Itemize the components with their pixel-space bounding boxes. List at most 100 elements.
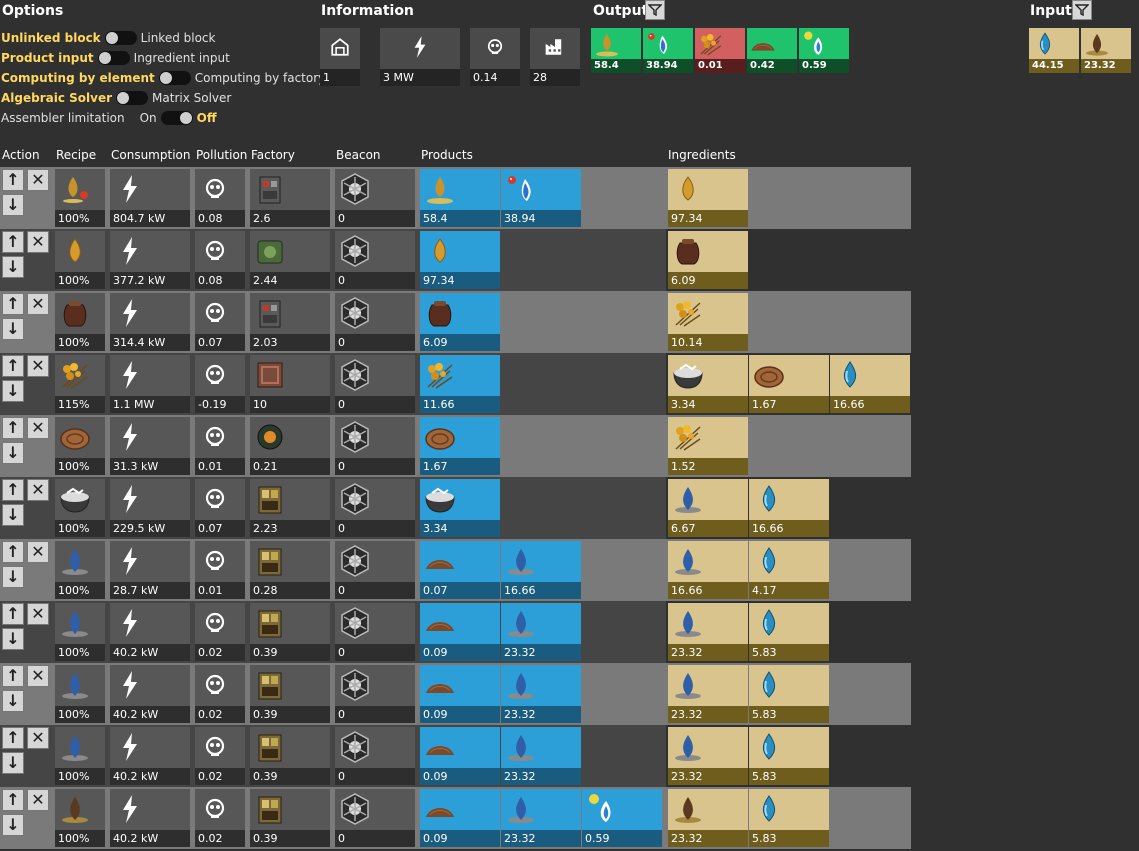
factory-cell[interactable]: 2.44 [250, 231, 330, 289]
consumption-cell[interactable]: 40.2 kW [110, 789, 190, 847]
ingredient-cell[interactable]: 4.17 [749, 541, 829, 599]
move-up-button[interactable]: ↑ [2, 665, 24, 687]
move-up-button[interactable]: ↑ [2, 727, 24, 749]
product-cell[interactable]: 23.32 [501, 665, 581, 723]
input-item[interactable]: 23.32 [1081, 28, 1131, 73]
move-down-button[interactable]: ↓ [2, 628, 24, 650]
beacon-cell[interactable]: 0 [335, 789, 415, 847]
option-toggle[interactable] [97, 51, 130, 65]
product-cell[interactable]: 6.09 [420, 293, 500, 351]
pollution-cell[interactable]: 0.02 [195, 603, 245, 661]
factory-cell[interactable]: 10 [250, 355, 330, 413]
recipe-cell[interactable]: 100% [55, 479, 105, 537]
pollution-cell[interactable]: 0.08 [195, 231, 245, 289]
recipe-cell[interactable]: 100% [55, 169, 105, 227]
consumption-cell[interactable]: 314.4 kW [110, 293, 190, 351]
ingredient-cell[interactable]: 5.83 [749, 727, 829, 785]
move-down-button[interactable]: ↓ [2, 690, 24, 712]
product-cell[interactable]: 0.09 [420, 603, 500, 661]
consumption-cell[interactable]: 31.3 kW [110, 417, 190, 475]
pollution-cell[interactable]: 0.01 [195, 417, 245, 475]
product-cell[interactable]: 23.32 [501, 603, 581, 661]
consumption-cell[interactable]: 229.5 kW [110, 479, 190, 537]
factory-cell[interactable]: 0.39 [250, 603, 330, 661]
recipe-cell[interactable]: 100% [55, 665, 105, 723]
ingredient-cell[interactable]: 3.34 [668, 355, 748, 413]
product-cell[interactable]: 0.59 [582, 789, 662, 847]
beacon-cell[interactable]: 0 [335, 355, 415, 413]
ingredient-cell[interactable]: 6.09 [668, 231, 748, 289]
beacon-cell[interactable]: 0 [335, 417, 415, 475]
move-down-button[interactable]: ↓ [2, 504, 24, 526]
ingredient-cell[interactable]: 16.66 [668, 541, 748, 599]
delete-button[interactable]: ✕ [27, 293, 49, 315]
move-up-button[interactable]: ↑ [2, 417, 24, 439]
option-left-label[interactable]: Computing by element [1, 71, 155, 85]
move-up-button[interactable]: ↑ [2, 293, 24, 315]
option-left-label[interactable]: Unlinked block [1, 31, 101, 45]
delete-button[interactable]: ✕ [27, 479, 49, 501]
input-item[interactable]: 44.15 [1029, 28, 1079, 73]
move-down-button[interactable]: ↓ [2, 814, 24, 836]
pollution-cell[interactable]: 0.01 [195, 541, 245, 599]
output-item[interactable]: 58.4 [591, 28, 641, 73]
product-cell[interactable]: 0.09 [420, 665, 500, 723]
delete-button[interactable]: ✕ [27, 541, 49, 563]
delete-button[interactable]: ✕ [27, 417, 49, 439]
consumption-cell[interactable]: 28.7 kW [110, 541, 190, 599]
recipe-cell[interactable]: 100% [55, 293, 105, 351]
delete-button[interactable]: ✕ [27, 355, 49, 377]
product-cell[interactable]: 58.4 [420, 169, 500, 227]
option-toggle[interactable] [158, 71, 191, 85]
move-down-button[interactable]: ↓ [2, 194, 24, 216]
move-down-button[interactable]: ↓ [2, 318, 24, 340]
option-left-label[interactable]: Product input [1, 51, 94, 65]
ingredient-cell[interactable]: 23.32 [668, 789, 748, 847]
pollution-cell[interactable]: 0.07 [195, 479, 245, 537]
ingredient-cell[interactable]: 16.66 [830, 355, 910, 413]
assembler-off-label[interactable]: Off [197, 111, 217, 125]
consumption-cell[interactable]: 40.2 kW [110, 603, 190, 661]
beacon-cell[interactable]: 0 [335, 231, 415, 289]
recipe-cell[interactable]: 100% [55, 727, 105, 785]
pollution-cell[interactable]: 0.02 [195, 727, 245, 785]
move-down-button[interactable]: ↓ [2, 380, 24, 402]
pollution-cell[interactable]: 0.07 [195, 293, 245, 351]
product-cell[interactable]: 11.66 [420, 355, 500, 413]
ingredient-cell[interactable]: 5.83 [749, 789, 829, 847]
delete-button[interactable]: ✕ [27, 231, 49, 253]
ingredient-cell[interactable]: 97.34 [668, 169, 748, 227]
consumption-cell[interactable]: 377.2 kW [110, 231, 190, 289]
ingredient-cell[interactable]: 16.66 [749, 479, 829, 537]
consumption-cell[interactable]: 1.1 MW [110, 355, 190, 413]
consumption-cell[interactable]: 804.7 kW [110, 169, 190, 227]
factory-cell[interactable]: 2.23 [250, 479, 330, 537]
move-up-button[interactable]: ↑ [2, 479, 24, 501]
move-up-button[interactable]: ↑ [2, 169, 24, 191]
pollution-cell[interactable]: 0.02 [195, 665, 245, 723]
factory-cell[interactable]: 0.39 [250, 665, 330, 723]
factory-cell[interactable]: 0.39 [250, 789, 330, 847]
ingredient-cell[interactable]: 10.14 [668, 293, 748, 351]
output-item[interactable]: 0.42 [747, 28, 797, 73]
beacon-cell[interactable]: 0 [335, 727, 415, 785]
factory-cell[interactable]: 0.28 [250, 541, 330, 599]
product-cell[interactable]: 0.07 [420, 541, 500, 599]
beacon-cell[interactable]: 0 [335, 541, 415, 599]
ingredient-cell[interactable]: 6.67 [668, 479, 748, 537]
product-cell[interactable]: 1.67 [420, 417, 500, 475]
product-cell[interactable]: 97.34 [420, 231, 500, 289]
consumption-cell[interactable]: 40.2 kW [110, 665, 190, 723]
option-left-label[interactable]: Algebraic Solver [1, 91, 112, 105]
output-item[interactable]: 38.94 [643, 28, 693, 73]
move-up-button[interactable]: ↑ [2, 231, 24, 253]
delete-button[interactable]: ✕ [27, 603, 49, 625]
factory-cell[interactable]: 0.39 [250, 727, 330, 785]
product-cell[interactable]: 0.09 [420, 789, 500, 847]
pollution-cell[interactable]: -0.19 [195, 355, 245, 413]
beacon-cell[interactable]: 0 [335, 665, 415, 723]
delete-button[interactable]: ✕ [27, 665, 49, 687]
recipe-cell[interactable]: 100% [55, 231, 105, 289]
recipe-cell[interactable]: 100% [55, 417, 105, 475]
option-right-label[interactable]: Ingredient input [134, 51, 230, 65]
